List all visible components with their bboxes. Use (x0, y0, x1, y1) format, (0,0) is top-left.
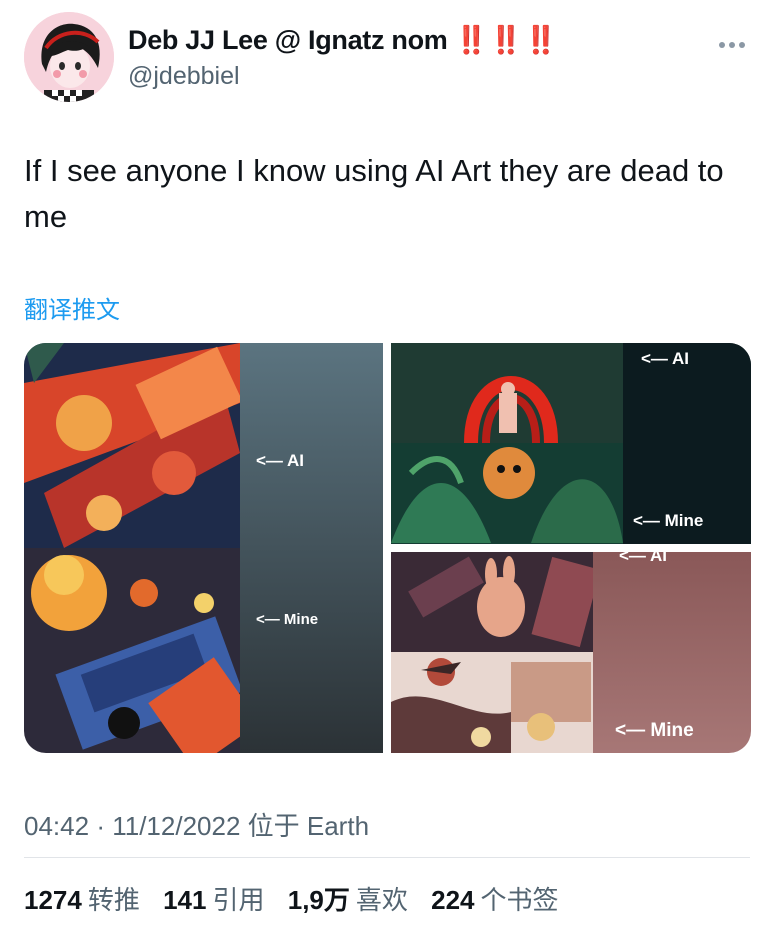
media-image-2[interactable]: <— AI <— Mine (391, 343, 751, 544)
divider (24, 857, 750, 858)
label-ai: <— AI (256, 451, 305, 470)
tweet-meta: 04:42 · 11/12/2022 位于 Earth (24, 806, 369, 843)
tweet-date[interactable]: 11/12/2022 (112, 811, 240, 841)
label-ai: <— AI (619, 546, 668, 565)
label-ai: <— AI (641, 349, 690, 368)
more-horizontal-icon[interactable] (718, 36, 746, 48)
label-mine: <— Mine (256, 611, 319, 628)
likes-count: 1,9万 (287, 885, 350, 915)
likes-label: 喜欢 (355, 885, 408, 915)
media-grid: <— AI <— Mine <— AI <— Mine <— AI <— Min… (24, 343, 751, 753)
translate-tweet-link[interactable]: 翻译推文 (24, 290, 120, 325)
display-name[interactable]: Deb JJ Lee @ Ignatz nom ‼️‼️‼️ (128, 24, 559, 56)
tweet-location: 位于 Earth (247, 811, 370, 841)
tweet-stats: 1274 转推 141 引用 1,9万 喜欢 224 个书签 (24, 880, 575, 917)
quotes-stat[interactable]: 141 引用 (163, 880, 264, 917)
tweet-text: If I see anyone I know using AI Art they… (24, 153, 724, 234)
avatar[interactable] (24, 12, 114, 102)
likes-stat[interactable]: 1,9万 喜欢 (288, 880, 408, 917)
display-name-text: Deb JJ Lee @ Ignatz nom (128, 25, 448, 55)
media-image-1[interactable]: <— AI <— Mine (24, 343, 383, 753)
label-mine: <— Mine (615, 720, 694, 741)
user-handle[interactable]: @jdebbiel (128, 62, 240, 91)
retweets-label: 转推 (87, 885, 140, 915)
avatar-illustration (24, 12, 114, 102)
bookmarks-label: 个书签 (480, 885, 559, 915)
label-mine: <— Mine (633, 511, 704, 530)
bookmarks-stat[interactable]: 224 个书签 (431, 880, 558, 917)
retweets-stat[interactable]: 1274 转推 (24, 880, 140, 917)
meta-separator: · (96, 811, 105, 841)
media-image-3[interactable]: <— AI <— Mine (391, 546, 751, 753)
double-exclamation-emoji: ‼️‼️‼️ (454, 25, 559, 55)
quotes-label: 引用 (212, 885, 265, 915)
tweet-time[interactable]: 04:42 (24, 811, 89, 841)
retweets-count: 1274 (24, 885, 82, 915)
bookmarks-count: 224 (431, 885, 475, 915)
quotes-count: 141 (163, 885, 207, 915)
